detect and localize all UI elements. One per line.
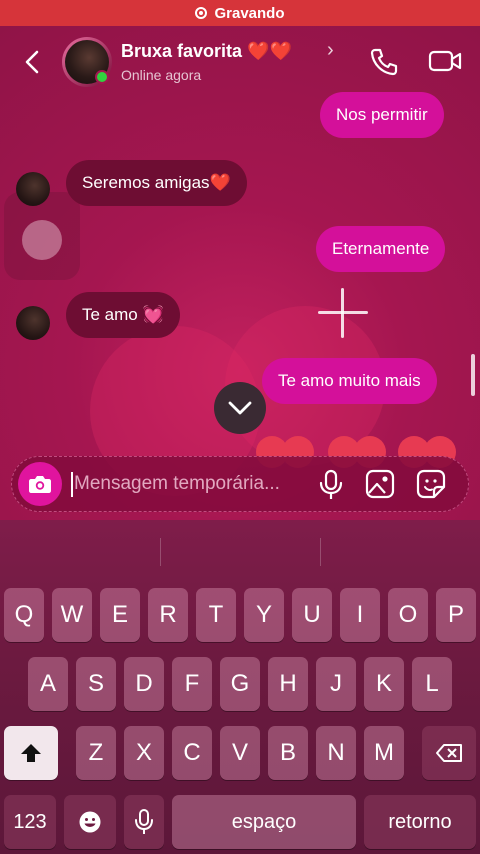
backspace-key[interactable]: [422, 726, 476, 780]
dictation-icon: [135, 809, 153, 834]
text-caret: [71, 472, 73, 497]
video-camera-icon[interactable]: [428, 46, 462, 76]
image-icon[interactable]: [365, 469, 395, 499]
message-input[interactable]: [74, 467, 306, 501]
message-bubble-outgoing[interactable]: Nos permitir: [320, 92, 444, 138]
key-e[interactable]: E: [100, 588, 140, 642]
sender-avatar: [16, 306, 50, 340]
chevron-right-icon[interactable]: ›: [327, 39, 334, 62]
key-l[interactable]: L: [412, 657, 452, 711]
chat-area[interactable]: Bruxa favorita ❤️❤️ › Online agora Nos p…: [0, 26, 480, 520]
key-h[interactable]: H: [268, 657, 308, 711]
key-b[interactable]: B: [268, 726, 308, 780]
back-arrow-icon[interactable]: [18, 48, 46, 76]
key-v[interactable]: V: [220, 726, 260, 780]
camera-button[interactable]: [18, 462, 62, 506]
suggestion-divider: [320, 538, 321, 566]
key-c[interactable]: C: [172, 726, 212, 780]
recording-label: Gravando: [214, 4, 285, 22]
backspace-icon: [436, 744, 462, 762]
key-w[interactable]: W: [52, 588, 92, 642]
message-bubble-incoming[interactable]: Te amo 💓: [66, 292, 180, 338]
key-x[interactable]: X: [124, 726, 164, 780]
key-a[interactable]: A: [28, 657, 68, 711]
chat-header: Bruxa favorita ❤️❤️ › Online agora: [0, 26, 480, 98]
shift-key[interactable]: [4, 726, 58, 780]
key-f[interactable]: F: [172, 657, 212, 711]
shift-icon: [21, 744, 41, 762]
key-n[interactable]: N: [316, 726, 356, 780]
phone-icon[interactable]: [368, 46, 400, 78]
record-icon: [195, 7, 208, 19]
key-i[interactable]: I: [340, 588, 380, 642]
key-s[interactable]: S: [76, 657, 116, 711]
microphone-icon[interactable]: [317, 469, 345, 501]
scroll-to-bottom-button[interactable]: [214, 382, 266, 434]
key-k[interactable]: K: [364, 657, 404, 711]
key-d[interactable]: D: [124, 657, 164, 711]
key-m[interactable]: M: [364, 726, 404, 780]
key-q[interactable]: Q: [4, 588, 44, 642]
heart-icon: [328, 436, 388, 468]
numbers-key[interactable]: 123: [4, 795, 56, 849]
key-z[interactable]: Z: [76, 726, 116, 780]
message-composer: [11, 456, 469, 512]
emoji-icon: [79, 811, 101, 833]
on-screen-keyboard: Q W E R T Y U I O P A S D F G H J K L Z …: [0, 520, 480, 854]
key-p[interactable]: P: [436, 588, 476, 642]
scroll-indicator: [471, 354, 475, 396]
heart-reactions: [256, 436, 466, 468]
message-bubble-incoming[interactable]: Seremos amigas❤️: [66, 160, 247, 206]
contact-status: Online agora: [121, 67, 202, 83]
chevron-down-icon: [228, 401, 252, 415]
suggestion-divider: [160, 538, 161, 566]
key-o[interactable]: O: [388, 588, 428, 642]
sender-avatar: [16, 172, 50, 206]
heart-icon: [256, 436, 316, 468]
key-g[interactable]: G: [220, 657, 260, 711]
key-r[interactable]: R: [148, 588, 188, 642]
sparkle-icon: [318, 288, 368, 338]
key-j[interactable]: J: [316, 657, 356, 711]
space-key[interactable]: espaço: [172, 795, 356, 849]
contact-name[interactable]: Bruxa favorita ❤️❤️: [121, 41, 292, 62]
dictation-key[interactable]: [124, 795, 164, 849]
online-indicator: [95, 70, 109, 84]
key-t[interactable]: T: [196, 588, 236, 642]
key-u[interactable]: U: [292, 588, 332, 642]
emoji-key[interactable]: [64, 795, 116, 849]
return-key[interactable]: retorno: [364, 795, 476, 849]
camera-icon: [29, 476, 51, 493]
recording-bar[interactable]: Gravando: [0, 0, 480, 26]
sticker-icon[interactable]: [416, 469, 446, 499]
message-bubble-outgoing[interactable]: Te amo muito mais: [262, 358, 437, 404]
message-bubble-outgoing[interactable]: Eternamente: [316, 226, 446, 272]
touch-indicator: [4, 192, 80, 280]
key-y[interactable]: Y: [244, 588, 284, 642]
heart-icon: [398, 436, 458, 468]
